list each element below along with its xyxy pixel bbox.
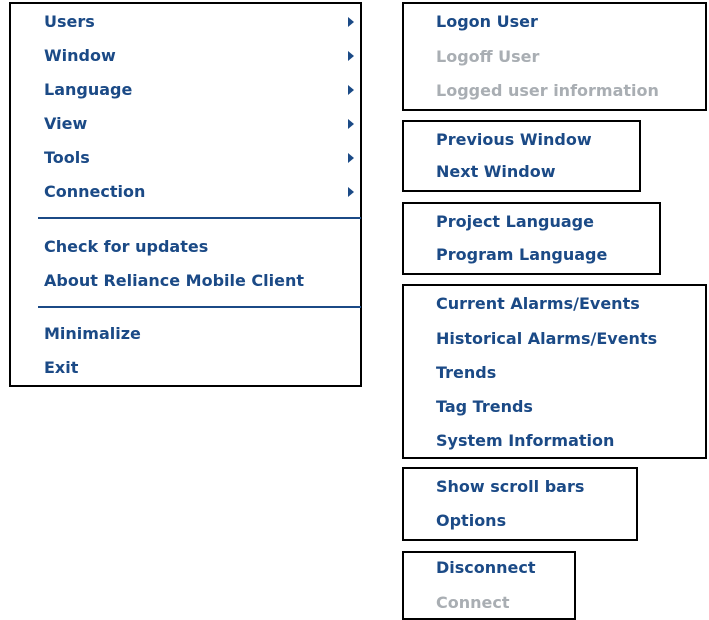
view-submenu: Current Alarms/Events Historical Alarms/… xyxy=(402,284,707,459)
menu-item-logon-user[interactable]: Logon User xyxy=(436,12,538,32)
language-submenu: Project Language Program Language xyxy=(402,202,661,275)
submenu-arrow-icon xyxy=(348,153,354,163)
menu-item-minimalize[interactable]: Minimalize xyxy=(44,324,141,344)
menu-separator xyxy=(38,217,361,219)
menu-item-window[interactable]: Window xyxy=(44,46,116,66)
menu-item-users[interactable]: Users xyxy=(44,12,95,32)
menu-item-check-updates[interactable]: Check for updates xyxy=(44,237,208,257)
menu-item-next-window[interactable]: Next Window xyxy=(436,162,556,182)
submenu-arrow-icon xyxy=(348,17,354,27)
submenu-arrow-icon xyxy=(348,187,354,197)
menu-item-connection[interactable]: Connection xyxy=(44,182,145,202)
submenu-arrow-icon xyxy=(348,85,354,95)
main-menu: Users Window Language View Tools Connect… xyxy=(9,2,362,387)
menu-item-about[interactable]: About Reliance Mobile Client xyxy=(44,271,304,291)
menu-item-logoff-user[interactable]: Logoff User xyxy=(436,47,539,67)
submenu-arrow-icon xyxy=(348,119,354,129)
window-submenu: Previous Window Next Window xyxy=(402,120,641,192)
menu-item-project-language[interactable]: Project Language xyxy=(436,212,594,232)
menu-item-show-scroll-bars[interactable]: Show scroll bars xyxy=(436,477,584,497)
tools-submenu: Show scroll bars Options xyxy=(402,467,638,541)
menu-item-trends[interactable]: Trends xyxy=(436,363,496,383)
menu-item-historical-alarms[interactable]: Historical Alarms/Events xyxy=(436,329,657,349)
menu-item-language[interactable]: Language xyxy=(44,80,132,100)
menu-item-connect[interactable]: Connect xyxy=(436,593,510,613)
connection-submenu: Disconnect Connect xyxy=(402,551,576,620)
menu-separator xyxy=(38,306,361,308)
submenu-arrow-icon xyxy=(348,51,354,61)
menu-item-options[interactable]: Options xyxy=(436,511,506,531)
menu-item-tools[interactable]: Tools xyxy=(44,148,90,168)
menu-item-program-language[interactable]: Program Language xyxy=(436,245,607,265)
menu-item-exit[interactable]: Exit xyxy=(44,358,78,378)
menu-item-current-alarms[interactable]: Current Alarms/Events xyxy=(436,294,640,314)
menu-item-disconnect[interactable]: Disconnect xyxy=(436,558,536,578)
menu-item-logged-user-info[interactable]: Logged user information xyxy=(436,81,659,101)
menu-item-previous-window[interactable]: Previous Window xyxy=(436,130,592,150)
menu-item-system-information[interactable]: System Information xyxy=(436,431,614,451)
menu-item-tag-trends[interactable]: Tag Trends xyxy=(436,397,533,417)
users-submenu: Logon User Logoff User Logged user infor… xyxy=(402,2,707,111)
menu-item-view[interactable]: View xyxy=(44,114,87,134)
